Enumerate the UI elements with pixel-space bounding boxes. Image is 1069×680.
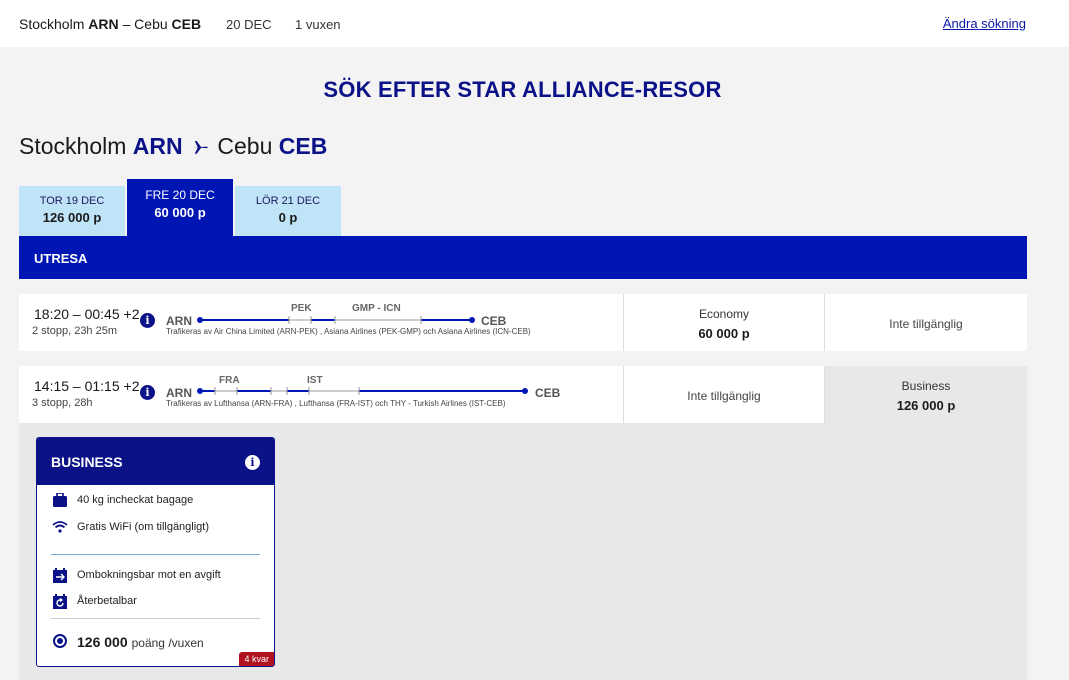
passenger-count: 1 vuxen [295, 17, 341, 32]
feature-label: Ombokningsbar mot en avgift [77, 569, 221, 581]
route-from-code: ARN [166, 386, 192, 400]
date-tab-day: FRE 20 DEC [145, 188, 215, 202]
info-icon[interactable]: i [245, 455, 260, 470]
fare-card-title: BUSINESS [51, 454, 123, 470]
route-dest-code: CEB [278, 133, 328, 159]
feature-refundable: Återbetalbar [51, 593, 137, 609]
dest-city: Cebu [134, 16, 168, 32]
route-via2-code: GMP - ICN [352, 303, 401, 314]
route-via1-code: FRA [219, 375, 240, 386]
search-date: 20 DEC [226, 17, 272, 32]
feature-baggage: 40 kg incheckat bagage [51, 493, 193, 507]
page-title: SÖK EFTER STAR ALLIANCE-RESOR [323, 77, 722, 102]
fare-points-unit: poäng /vuxen [131, 636, 204, 650]
calendar-plane-icon [51, 567, 69, 583]
route-title: Stockholm ARN Cebu CEB [19, 133, 327, 160]
date-tab-fri-20[interactable]: FRE 20 DEC 60 000 p [127, 179, 233, 236]
economy-fare-cell: Inte tillgänglig [624, 366, 824, 423]
route-line-graphic: ARN FRA IST CEB [166, 375, 561, 400]
operators-text: Trafikeras av Air China Limited (ARN-PEK… [166, 327, 531, 336]
top-bar: Stockholm ARN – Cebu CEB 20 DEC 1 vuxen … [0, 0, 1069, 47]
fare-price: 126 000 p [896, 398, 956, 413]
change-search-link[interactable]: Ändra sökning [943, 16, 1026, 31]
route-from-code: ARN [166, 314, 192, 328]
fare-card-header: BUSINESS i [37, 438, 274, 485]
divider [51, 554, 260, 555]
route-origin-city: Stockholm [19, 133, 127, 159]
fare-select-radio[interactable] [53, 634, 67, 648]
feature-label: 40 kg incheckat bagage [77, 494, 194, 506]
route-origin-code: ARN [132, 133, 183, 159]
feature-label: Återbetalbar [77, 595, 137, 607]
route-to-code: CEB [535, 386, 561, 400]
seats-left-badge: 4 kvar [239, 652, 274, 666]
business-fare-cell[interactable]: Business 126 000 p [825, 366, 1027, 423]
origin-code: ARN [88, 16, 119, 32]
feature-rebooking: Ombokningsbar mot en avgift [51, 567, 221, 583]
feature-wifi: Gratis WiFi (om tillgängligt) [51, 520, 209, 534]
route-line-graphic: ARN PEK GMP - ICN CEB [166, 303, 507, 328]
operators-text: Trafikeras av Lufthansa (ARN-FRA) , Luft… [166, 399, 506, 408]
date-tab-price: 60 000 p [154, 205, 206, 220]
plane-icon [191, 133, 209, 160]
fare-price: 60 000 p [698, 326, 750, 341]
route-via2-code: IST [307, 375, 323, 386]
wifi-icon [51, 520, 69, 534]
economy-fare-cell[interactable]: Economy 60 000 p [624, 294, 824, 351]
not-available-label: Inte tillgänglig [889, 317, 963, 331]
dest-code: CEB [171, 16, 202, 32]
route-via1-code: PEK [291, 303, 312, 314]
route-dest-city: Cebu [217, 133, 273, 159]
fare-points-price: 126 000 poäng /vuxen [77, 634, 204, 650]
not-available-label: Inte tillgänglig [687, 389, 761, 403]
fare-points-value: 126 000 [77, 634, 128, 650]
business-fare-card[interactable]: BUSINESS i 40 kg incheckat bagage Gratis… [36, 437, 275, 667]
refund-icon [51, 593, 69, 609]
outbound-header: UTRESA [19, 236, 1027, 279]
date-tab-price: 0 p [278, 210, 298, 225]
baggage-icon [51, 493, 69, 507]
flight-row: 18:20 – 00:45 +2 2 stopp, 23h 25m i ARN … [19, 294, 1027, 351]
date-tab-thu-19[interactable]: TOR 19 DEC 126 000 p [19, 186, 125, 236]
business-fare-cell: Inte tillgänglig [825, 294, 1027, 351]
divider [51, 618, 260, 619]
route-separator: – [122, 16, 131, 32]
date-tab-day: LÖR 21 DEC [255, 195, 321, 207]
date-tab-price: 126 000 p [42, 210, 102, 225]
route-to-code: CEB [481, 314, 507, 328]
fare-class-label: Business [901, 379, 951, 393]
feature-label: Gratis WiFi (om tillgängligt) [77, 521, 210, 533]
date-tab-day: TOR 19 DEC [39, 195, 105, 207]
fare-class-label: Economy [698, 307, 750, 321]
flight-row: 14:15 – 01:15 +2 3 stopp, 28h i ARN FRA … [19, 366, 1027, 423]
search-summary-route: Stockholm ARN – Cebu CEB [19, 16, 201, 32]
date-tab-sat-21[interactable]: LÖR 21 DEC 0 p [235, 186, 341, 236]
origin-city: Stockholm [19, 16, 85, 32]
